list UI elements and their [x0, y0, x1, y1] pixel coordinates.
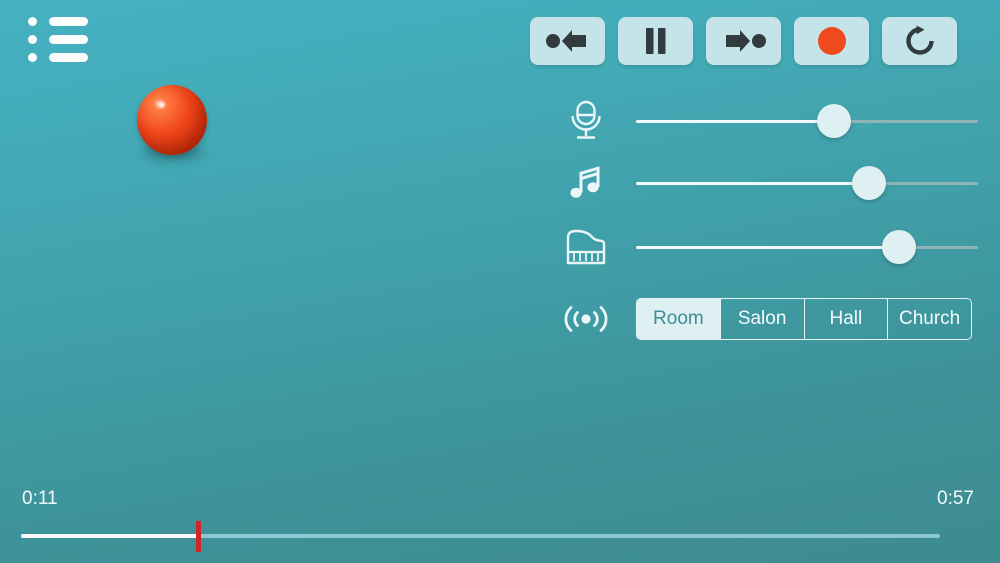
ball-highlight: [157, 101, 167, 109]
slider-fill: [636, 182, 869, 185]
slider-thumb[interactable]: [817, 104, 852, 138]
slider-thumb[interactable]: [851, 166, 886, 200]
timeline-playhead[interactable]: [196, 521, 202, 552]
slider-fill: [636, 120, 835, 123]
rewind-to-start-icon: [545, 30, 586, 52]
forward-to-end-icon: [725, 30, 766, 52]
rewind-to-start-button[interactable]: [530, 17, 605, 65]
microphone-icon: [558, 100, 614, 142]
reverb-option-church[interactable]: Church: [888, 299, 971, 339]
music-note-icon: [558, 165, 614, 201]
music-volume-row: [558, 157, 978, 209]
reverb-option-hall[interactable]: Hall: [805, 299, 889, 339]
total-time-label: 0:57: [937, 488, 974, 509]
list-icon-dot: [28, 53, 37, 62]
pause-button[interactable]: [618, 17, 693, 65]
list-icon-bar: [49, 17, 88, 26]
microphone-volume-row: [558, 95, 978, 147]
reverb-segmented-control: Room Salon Hall Church: [636, 298, 972, 340]
reverb-option-salon[interactable]: Salon: [721, 299, 805, 339]
slider-thumb[interactable]: [882, 230, 917, 264]
current-time-label: 0:11: [22, 488, 58, 509]
broadcast-icon: [558, 302, 614, 336]
slider-fill: [636, 246, 900, 249]
record-icon: [817, 27, 846, 55]
reverb-row: Room Salon Hall Church: [558, 296, 978, 342]
timeline-elapsed: [21, 534, 199, 538]
list-icon-dot: [28, 35, 37, 44]
list-icon-bar: [49, 53, 88, 62]
timeline-track[interactable]: [21, 521, 940, 552]
music-volume-slider[interactable]: [636, 161, 978, 205]
pause-icon: [645, 28, 665, 54]
app-window: Room Salon Hall Church 0:11 0:57: [0, 0, 1000, 563]
ball-body: [137, 85, 207, 155]
timeline: 0:11 0:57: [0, 475, 1000, 563]
forward-to-end-button[interactable]: [706, 17, 781, 65]
list-menu-button[interactable]: [28, 17, 90, 65]
bouncing-ball[interactable]: [137, 85, 209, 167]
loop-icon: [905, 25, 934, 55]
loop-button[interactable]: [882, 17, 957, 65]
piano-volume-row: [558, 221, 978, 273]
microphone-volume-slider[interactable]: [636, 99, 978, 143]
piano-icon: [558, 228, 614, 266]
list-icon-dot: [28, 17, 37, 26]
piano-volume-slider[interactable]: [636, 225, 978, 269]
record-button[interactable]: [794, 17, 869, 65]
list-icon-bar: [49, 35, 88, 44]
reverb-option-room[interactable]: Room: [637, 299, 721, 339]
transport-controls: [530, 17, 957, 65]
